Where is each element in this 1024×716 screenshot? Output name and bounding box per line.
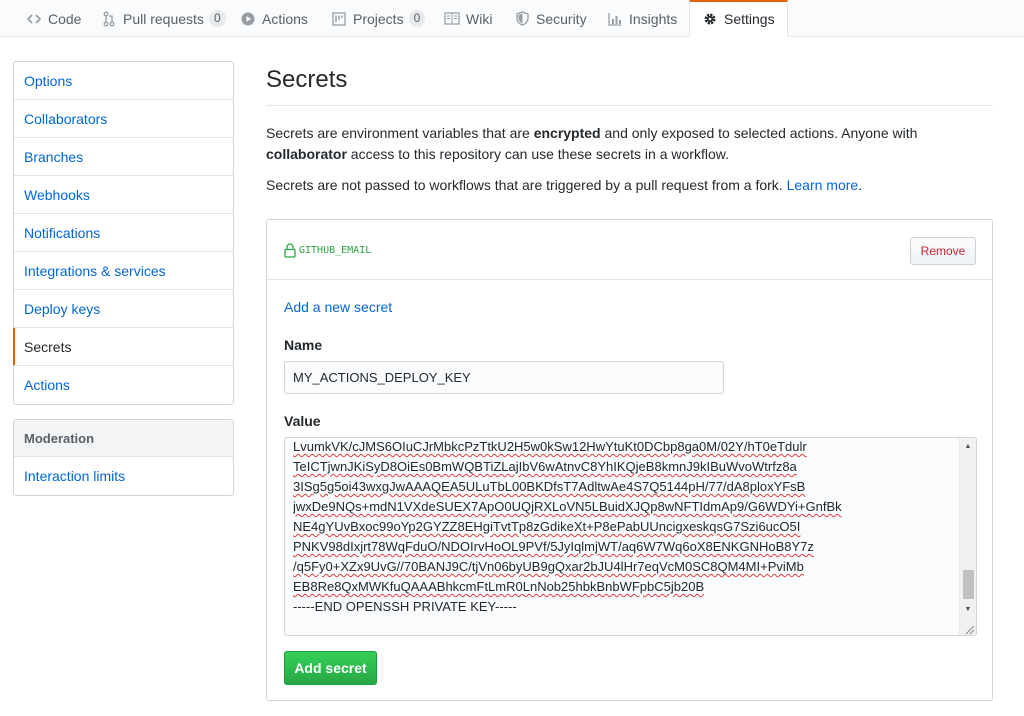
sidebar-item-webhooks[interactable]: Webhooks <box>14 176 233 214</box>
sidebar-item-collaborators[interactable]: Collaborators <box>14 100 233 138</box>
value-line: EB8Re8QxMWKfuQAAABhkcmFtLmR0LnNob25hbkBn… <box>293 579 705 594</box>
name-label: Name <box>284 337 323 353</box>
add-secret-button[interactable]: Add secret <box>284 651 377 685</box>
value-line: 3ISg5g5oi43wxgJwAAAQEA5ULuTbL00BKDfsT7Ad… <box>293 479 806 494</box>
fork-note: Secrets are not passed to workflows that… <box>266 177 863 193</box>
tab-settings[interactable]: Settings <box>689 0 788 37</box>
tab-label: Pull requests <box>123 10 204 27</box>
scroll-up-icon[interactable]: ▲ <box>960 438 976 455</box>
scroll-down-icon[interactable]: ▼ <box>960 601 976 618</box>
repo-nav-tabs: Code Pull requests 0 Actions Projects 0 … <box>0 0 1024 37</box>
tab-label: Code <box>48 10 82 27</box>
count-badge: 0 <box>408 10 426 27</box>
tab-label: Settings <box>724 11 775 27</box>
tab-label: Insights <box>629 10 678 27</box>
sidebar-item-secrets[interactable]: Secrets <box>13 328 233 366</box>
secrets-description: Secrets are environment variables that a… <box>266 125 918 162</box>
tab-insights[interactable]: Insights <box>607 0 677 37</box>
tab-label: Projects <box>353 10 404 27</box>
value-line: jwxDe9NQs+mdN1VXdeSUEX7ApO0UQjRXLoVN5LBu… <box>293 499 842 514</box>
tab-wiki[interactable]: Wiki <box>444 0 492 37</box>
gear-icon <box>702 11 718 27</box>
resize-handle-icon[interactable] <box>963 622 975 635</box>
moderation-sidebar: Moderation Interaction limits <box>13 419 234 496</box>
sidebar-item-interaction-limits[interactable]: Interaction limits <box>14 457 233 495</box>
name-input[interactable]: MY_ACTIONS_DEPLOY_KEY <box>284 361 724 394</box>
tab-label: Wiki <box>466 10 493 27</box>
tab-pull-requests[interactable]: Pull requests 0 <box>101 0 226 37</box>
tab-projects[interactable]: Projects 0 <box>331 0 426 37</box>
book-icon <box>444 11 460 27</box>
value-line: /q5Fy0+XZx9UvG//70BANJ9C/tjVn06byUB9gQxa… <box>293 559 804 574</box>
sidebar-item-deploy-keys[interactable]: Deploy keys <box>14 290 233 328</box>
tab-code[interactable]: Code <box>26 0 81 37</box>
textarea-scrollbar[interactable]: ▲ ▼ <box>959 438 976 635</box>
value-label: Value <box>284 413 321 429</box>
play-icon <box>240 11 256 27</box>
sidebar-item-integrations[interactable]: Integrations & services <box>14 252 233 290</box>
value-text: LvumkVK/cJMS6OIuCJrMbkcPzTtkU2H5w0kSw12H… <box>293 438 953 617</box>
remove-button[interactable]: Remove <box>910 237 976 265</box>
secret-row: GITHUB_EMAIL Remove <box>267 220 992 280</box>
add-new-secret-link[interactable]: Add a new secret <box>284 299 392 315</box>
sidebar-item-notifications[interactable]: Notifications <box>14 214 233 252</box>
scroll-thumb[interactable] <box>963 570 974 599</box>
lock-icon <box>284 243 296 258</box>
settings-sidebar: Options Collaborators Branches Webhooks … <box>13 61 234 405</box>
graph-icon <box>607 11 623 27</box>
git-pull-request-icon <box>101 11 117 27</box>
tab-actions[interactable]: Actions <box>240 0 308 37</box>
value-line: PNKV98dIxjrt78WqFduO/NDOIrvHoOL9PVf/5JyI… <box>293 539 814 554</box>
code-icon <box>26 11 42 27</box>
project-icon <box>331 11 347 27</box>
tab-label: Security <box>536 10 587 27</box>
title-divider <box>266 105 993 106</box>
value-line: LvumkVK/cJMS6OIuCJrMbkcPzTtkU2H5w0kSw12H… <box>293 439 807 454</box>
moderation-heading: Moderation <box>14 420 233 457</box>
sidebar-item-actions[interactable]: Actions <box>14 366 233 404</box>
secrets-box: GITHUB_EMAIL Remove Add a new secret Nam… <box>266 219 993 701</box>
value-textarea[interactable]: LvumkVK/cJMS6OIuCJrMbkcPzTtkU2H5w0kSw12H… <box>284 437 977 636</box>
value-line: TeICTjwnJKiSyD8OiEs0BmWQBTiZLajIbV6wAtnv… <box>293 459 797 474</box>
tab-security[interactable]: Security <box>514 0 587 37</box>
sidebar-item-options[interactable]: Options <box>14 62 233 100</box>
secret-name: GITHUB_EMAIL <box>284 243 371 258</box>
value-line: NE4gYUvBxoc99oYp2GYZZ8EHgiTvtTp8zGdikeXt… <box>293 519 801 534</box>
learn-more-link[interactable]: Learn more <box>787 177 859 193</box>
sidebar-item-branches[interactable]: Branches <box>14 138 233 176</box>
count-badge: 0 <box>208 10 226 27</box>
value-line: -----END OPENSSH PRIVATE KEY----- <box>293 599 517 614</box>
shield-icon <box>514 11 530 27</box>
tab-label: Actions <box>262 10 308 27</box>
page-title: Secrets <box>266 66 348 93</box>
